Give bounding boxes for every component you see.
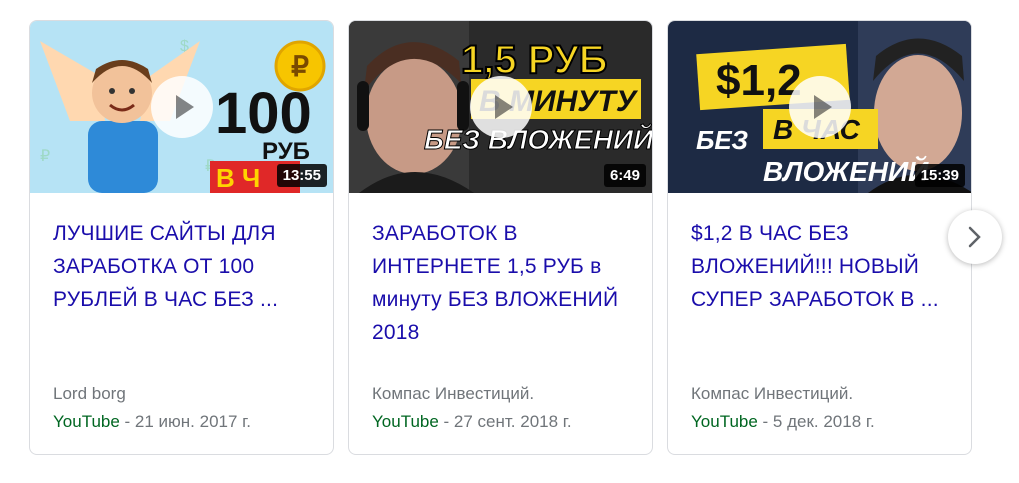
video-title-link[interactable]: ЗАРАБОТОК В ИНТЕРНЕТЕ 1,5 РУБ в минуту Б… [372, 217, 634, 349]
video-title-link[interactable]: ЛУЧШИЕ САЙТЫ ДЛЯ ЗАРАБОТКА ОТ 100 РУБЛЕЙ… [53, 217, 315, 316]
platform-name: YouTube [691, 412, 758, 431]
thumb-text: В Ч [216, 163, 260, 193]
publish-date: - 5 дек. 2018 г. [757, 412, 875, 431]
video-card[interactable]: 1,5 РУБ В МИНУТУ БЕЗ ВЛОЖЕНИЙ 6:49 ЗАРАБ… [348, 20, 653, 455]
video-thumbnail[interactable]: $₽₽ ₽ 100 РУБ В Ч 13:55 [30, 21, 333, 193]
video-title-link[interactable]: $1,2 В ЧАС БЕЗ ВЛОЖЕНИЙ!!! НОВЫЙ СУПЕР З… [691, 217, 953, 316]
channel-name: Компас Инвестиций. [372, 384, 535, 403]
thumb-text: РУБ [262, 138, 310, 165]
video-source: YouTube - 21 июн. 2017 г. [53, 412, 251, 432]
thumb-text: ВЛОЖЕНИЙ [763, 155, 929, 187]
video-source: YouTube - 5 дек. 2018 г. [691, 412, 875, 432]
thumb-text: 100 [215, 81, 312, 146]
video-card[interactable]: $1,2 В ЧАС БЕЗ ВЛОЖЕНИЙ 15:39 $1,2 В ЧАС… [667, 20, 972, 455]
channel-name: Lord borg [53, 384, 126, 403]
video-thumbnail[interactable]: 1,5 РУБ В МИНУТУ БЕЗ ВЛОЖЕНИЙ 6:49 [349, 21, 652, 193]
carousel-next-button[interactable] [948, 210, 1002, 264]
platform-name: YouTube [372, 412, 439, 431]
duration-badge: 15:39 [914, 164, 965, 187]
publish-date: - 21 июн. 2017 г. [119, 412, 252, 431]
thumb-text: БЕЗ ВЛОЖЕНИЙ [424, 123, 652, 155]
publish-date: - 27 сент. 2018 г. [438, 412, 572, 431]
play-icon[interactable] [150, 76, 213, 138]
svg-text:₽: ₽ [40, 148, 50, 165]
duration-badge: 6:49 [603, 164, 646, 187]
video-source: YouTube - 27 сент. 2018 г. [372, 412, 572, 432]
svg-text:₽: ₽ [291, 51, 309, 82]
channel-name: Компас Инвестиций. [691, 384, 854, 403]
platform-name: YouTube [53, 412, 120, 431]
play-icon[interactable] [788, 76, 851, 138]
play-icon[interactable] [469, 76, 532, 138]
thumb-text: БЕЗ [696, 125, 748, 155]
thumb-text: $1,2 [716, 56, 802, 105]
video-thumbnail[interactable]: $1,2 В ЧАС БЕЗ ВЛОЖЕНИЙ 15:39 [668, 21, 971, 193]
chevron-right-icon [966, 224, 984, 255]
duration-badge: 13:55 [276, 164, 327, 187]
thumb-text: 1,5 РУБ [461, 38, 608, 82]
video-card[interactable]: $₽₽ ₽ 100 РУБ В Ч 13:55 ЛУЧШИЕ САЙТЫ ДЛЯ… [29, 20, 334, 455]
